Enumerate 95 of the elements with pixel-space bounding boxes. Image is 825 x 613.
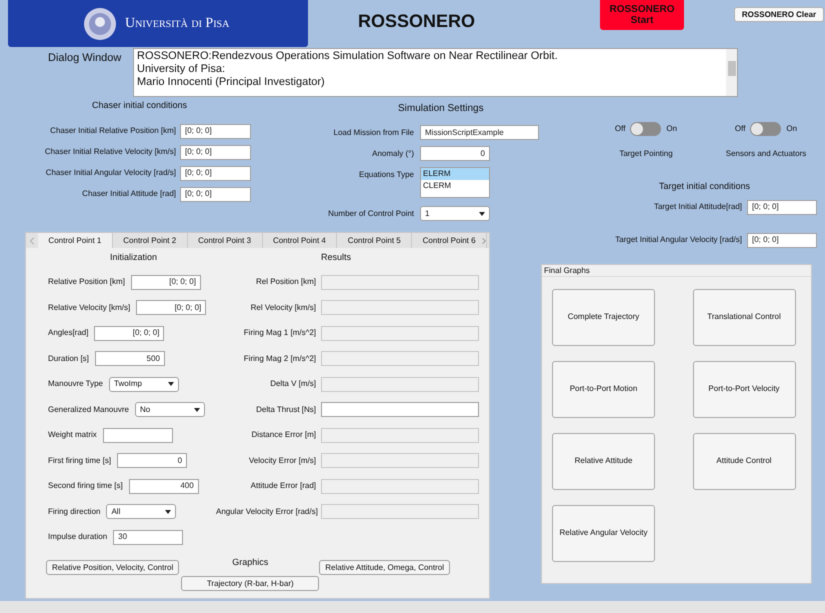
field-label: Rel Velocity [km/s] [250, 302, 317, 314]
text-field[interactable]: 0 [420, 146, 490, 161]
text-field[interactable]: [0; 0; 0] [180, 166, 251, 180]
graph-button[interactable]: Attitude Control [692, 432, 796, 490]
field-label: Load Mission from File [332, 126, 415, 138]
field-label: Second firing time [s] [48, 480, 123, 492]
app-title: ROSSONERO [358, 10, 476, 33]
field-label: Impulse duration [48, 531, 108, 544]
dialog-line: ROSSONERO:Rendezvous Operations Simulation Software on Near Rectilinear Orbit. [137, 50, 559, 63]
dialog-line: University of Pisa: [137, 63, 226, 76]
graphics-button[interactable]: Relative Attitude, Omega, Control [319, 560, 450, 575]
tab[interactable]: Control Point 1 [38, 233, 113, 248]
field-label: Chaser Initial Relative Velocity [km/s] [44, 146, 177, 158]
caret-icon [165, 510, 172, 514]
equations-list[interactable]: ELERM CLERM [420, 167, 490, 198]
field-label: Chaser Initial Relative Position [km] [49, 125, 177, 137]
text-field[interactable]: 400 [128, 478, 199, 494]
graph-button[interactable]: Complete Trajectory [552, 288, 655, 346]
section-title: Chaser initial conditions [92, 99, 188, 112]
field-label: Rel Position [km] [254, 276, 317, 288]
graph-button[interactable]: Relative Attitude [552, 432, 655, 490]
field-label: Duration [s] [48, 352, 89, 365]
dropdown[interactable]: TwoImp [109, 376, 179, 392]
text-field[interactable]: 500 [94, 351, 165, 366]
list-item[interactable]: ELERM [421, 168, 489, 180]
text-field[interactable]: 0 [117, 453, 188, 468]
field-label: Firing Mag 1 [m/s^2] [242, 327, 317, 340]
section-title: Initialization [110, 251, 158, 264]
dialog-label: Dialog Window [48, 51, 122, 66]
graph-button[interactable]: Relative Angular Velocity [552, 504, 655, 562]
field-label: Attitude Error [rad] [250, 480, 317, 492]
field-label: Target Initial Attitude[rad] [652, 201, 743, 213]
dialog-line: Mario Innocenti (Principal Investigator) [137, 76, 326, 89]
field-label: Delta V [m/s] [269, 378, 317, 390]
text-field[interactable]: MissionScriptExample [420, 125, 539, 140]
caret-icon [479, 212, 485, 216]
panel-title: Final Graphs [542, 264, 811, 276]
text-field[interactable]: 30 [113, 530, 184, 545]
toggle-caption: Sensors and Actuators [726, 148, 806, 160]
text-field[interactable]: [0; 0; 0] [94, 326, 164, 341]
clear-button[interactable]: ROSSONERO Clear [734, 7, 824, 22]
field-label: Equations Type [358, 169, 415, 181]
toggle-off-label: Off [614, 123, 626, 135]
toggle-switch[interactable] [630, 122, 662, 136]
field-label: Chaser Initial Attitude [rad] [81, 188, 177, 200]
field-label: Generalized Manouvre [48, 404, 129, 416]
field-label: Firing direction [48, 506, 100, 518]
field-label: Number of Control Point [327, 208, 415, 220]
section-title: Target initial conditions [659, 180, 752, 193]
graph-button[interactable]: Port-to-Port Motion [552, 360, 655, 418]
section-title: Results [321, 251, 352, 264]
toggle-on-label: On [666, 123, 678, 135]
scrollbar[interactable] [726, 49, 737, 96]
dropdown[interactable]: 1 [420, 206, 490, 221]
field-label: First firing time [s] [48, 454, 112, 467]
university-name: Università di Pisa [125, 15, 230, 33]
field-label: Manouvre Type [48, 378, 103, 390]
field-label: Chaser Initial Angular Velocity [rad/s] [44, 167, 177, 179]
text-field[interactable]: [0; 0; 0] [130, 274, 201, 290]
graph-button[interactable]: Translational Control [692, 288, 796, 346]
graphics-button[interactable]: Relative Position, Velocity, Control [46, 560, 180, 575]
field-label: Angular Velocity Error [rad/s] [216, 506, 319, 518]
field-label: Angles[rad] [48, 327, 88, 340]
graph-button[interactable]: Port-to-Port Velocity [692, 360, 796, 418]
field-label: Distance Error [m] [250, 429, 317, 442]
text-field[interactable]: [0; 0; 0] [136, 300, 206, 316]
seal-icon [83, 6, 117, 40]
graphics-button[interactable]: Trajectory (R-bar, H-bar) [181, 576, 320, 591]
text-field[interactable]: [0; 0; 0] [180, 124, 251, 138]
dropdown[interactable]: All [106, 504, 176, 520]
text-field[interactable]: [0; 0; 0] [180, 144, 251, 160]
field-label: Weight matrix [48, 429, 97, 442]
field-label: Velocity Error [m/s] [248, 454, 317, 467]
field-label: Firing Mag 2 [m/s^2] [242, 352, 317, 365]
text-field[interactable]: [0; 0; 0] [747, 200, 817, 214]
toggle-caption: Target Pointing [619, 148, 673, 160]
caret-icon [194, 408, 200, 412]
field-label: Target Initial Angular Velocity [rad/s] [614, 234, 743, 246]
start-button[interactable]: ROSSONERO Start [600, 0, 684, 30]
field-label: Delta Thrust [Ns] [255, 404, 317, 416]
toggle-on-label: On [786, 123, 798, 135]
result-field[interactable] [321, 402, 479, 418]
text-field[interactable]: [0; 0; 0] [747, 232, 817, 248]
dropdown[interactable]: No [134, 402, 205, 418]
section-title: Graphics [232, 556, 268, 569]
field-label: Relative Position [km] [48, 276, 125, 288]
text-field[interactable]: [0; 0; 0] [180, 186, 251, 202]
toggle-switch[interactable] [750, 122, 782, 136]
dialog-text-area[interactable]: ROSSONERO:Rendezvous Operations Simulation Software on Near Rectilinear Orbit. University of Pisa: Mario Innocenti (Principal Investigator) [133, 48, 738, 97]
caret-icon [168, 382, 174, 386]
section-title: Simulation Settings [398, 102, 485, 116]
field-label: Anomaly (°) [371, 148, 415, 160]
toggle-off-label: Off [734, 123, 746, 135]
field-label: Relative Velocity [km/s] [48, 302, 130, 314]
text-field[interactable] [102, 428, 173, 443]
